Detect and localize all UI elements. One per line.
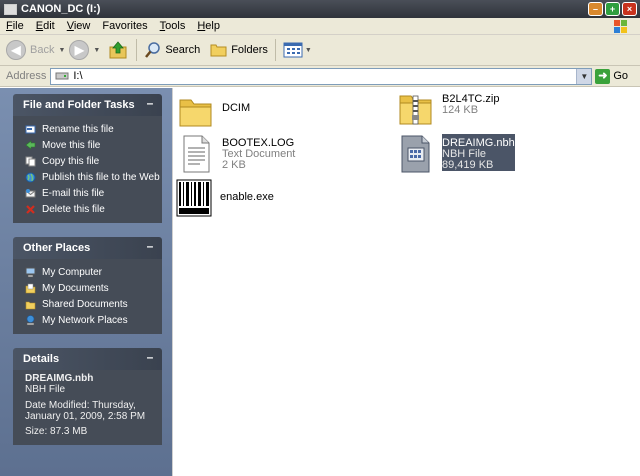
search-button-label: Search bbox=[165, 44, 201, 56]
place-my-network[interactable]: My Network Places bbox=[25, 312, 156, 328]
file-list[interactable]: DCIM B2L4TC.zip 124 KB BOOTEX.LOG Text D… bbox=[172, 88, 640, 476]
back-dropdown-icon[interactable]: ▼ bbox=[58, 47, 65, 54]
panel-header[interactable]: Other Places – bbox=[13, 237, 162, 259]
place-my-computer[interactable]: My Computer bbox=[25, 264, 156, 280]
place-my-documents[interactable]: My Documents bbox=[25, 280, 156, 296]
task-copy[interactable]: Copy this file bbox=[25, 153, 156, 169]
back-arrow-icon[interactable]: ◀ bbox=[6, 40, 26, 60]
address-value: I:\ bbox=[73, 70, 83, 82]
folders-icon bbox=[210, 44, 227, 57]
my-documents-icon bbox=[25, 283, 36, 293]
file-size: 124 KB bbox=[442, 104, 479, 116]
address-dropdown-icon[interactable]: ▼ bbox=[576, 68, 592, 84]
folders-button[interactable]: Folders bbox=[207, 42, 271, 58]
place-shared-documents[interactable]: Shared Documents bbox=[25, 296, 156, 312]
email-icon bbox=[25, 188, 36, 197]
details-file-type: NBH File bbox=[25, 384, 66, 395]
task-email[interactable]: E-mail this file bbox=[25, 185, 156, 201]
task-pane: File and Folder Tasks – Rename this file… bbox=[0, 88, 172, 476]
address-bar: Address I:\ ▼ ➜ Go bbox=[0, 66, 640, 87]
details-size: Size: 87.3 MB bbox=[25, 426, 88, 437]
drive-icon bbox=[55, 72, 69, 80]
my-computer-icon bbox=[25, 267, 36, 277]
toolbar: ◀ Back ▼ ▶ ▼ Search Folders ▼ bbox=[0, 35, 640, 66]
views-dropdown-icon: ▼ bbox=[304, 46, 312, 54]
views-button[interactable]: ▼ bbox=[280, 42, 319, 58]
file-name: enable.exe bbox=[220, 191, 274, 203]
menu-help[interactable]: Help bbox=[191, 20, 226, 32]
details-modified-date: January 01, 2009, 2:58 PM bbox=[25, 411, 146, 422]
details-panel: Details – DREAIMG.nbh NBH File Date Modi… bbox=[13, 348, 162, 445]
panel-title: Other Places bbox=[23, 242, 91, 254]
go-button[interactable]: ➜ Go bbox=[595, 68, 629, 84]
window-title: CANON_DC (I:) bbox=[21, 3, 101, 15]
collapse-icon[interactable]: – bbox=[144, 97, 156, 110]
file-name: DCIM bbox=[222, 102, 251, 114]
menu-bar: File Edit View Favorites Tools Help bbox=[0, 18, 640, 35]
maximize-button[interactable]: + bbox=[605, 2, 620, 16]
task-delete[interactable]: Delete this file bbox=[25, 201, 156, 217]
copy-icon bbox=[25, 156, 36, 166]
drive-icon bbox=[4, 3, 17, 15]
title-bar[interactable]: CANON_DC (I:) – + × bbox=[0, 0, 640, 18]
menu-favorites[interactable]: Favorites bbox=[96, 20, 153, 32]
address-input[interactable]: I:\ ▼ bbox=[50, 67, 593, 85]
folders-button-label: Folders bbox=[231, 44, 268, 56]
menu-edit[interactable]: Edit bbox=[30, 20, 61, 32]
close-button[interactable]: × bbox=[622, 2, 637, 16]
rename-icon bbox=[25, 125, 36, 133]
toolbar-separator bbox=[274, 39, 276, 61]
go-button-label: Go bbox=[613, 70, 629, 82]
folder-icon bbox=[179, 99, 212, 127]
forward-arrow-icon[interactable]: ▶ bbox=[69, 40, 90, 60]
task-rename[interactable]: Rename this file bbox=[25, 121, 156, 137]
toolbar-separator bbox=[136, 39, 138, 61]
text-document-icon bbox=[183, 135, 210, 173]
collapse-icon[interactable]: – bbox=[144, 351, 156, 364]
zip-folder-icon bbox=[399, 95, 432, 125]
file-size: 89,419 KB bbox=[442, 159, 494, 171]
barcode-exe-icon bbox=[176, 179, 212, 217]
file-item-dreaimg-nbh[interactable]: DREAIMG.nbh NBH File 89,419 KB bbox=[398, 134, 515, 174]
minimize-button[interactable]: – bbox=[588, 2, 603, 16]
windows-logo-icon bbox=[614, 20, 627, 33]
delete-icon bbox=[26, 204, 35, 214]
search-button[interactable]: Search bbox=[141, 41, 203, 59]
go-arrow-icon: ➜ bbox=[595, 68, 611, 84]
file-item-zip[interactable]: B2L4TC.zip 124 KB bbox=[398, 90, 499, 130]
menu-tools[interactable]: Tools bbox=[154, 20, 192, 32]
details-modified: Date Modified: Thursday, bbox=[25, 400, 136, 411]
file-item-enable-exe[interactable]: enable.exe bbox=[176, 178, 274, 218]
collapse-icon[interactable]: – bbox=[144, 240, 156, 253]
task-move[interactable]: Move this file bbox=[25, 137, 156, 153]
forward-dropdown-icon[interactable]: ▼ bbox=[93, 47, 100, 54]
panel-header[interactable]: Details – bbox=[13, 348, 162, 370]
task-publish-web[interactable]: Publish this file to the Web bbox=[25, 169, 160, 185]
panel-header[interactable]: File and Folder Tasks – bbox=[13, 94, 162, 116]
file-folder-tasks-panel: File and Folder Tasks – Rename this file… bbox=[13, 94, 162, 223]
my-network-icon bbox=[26, 314, 35, 325]
back-button-label[interactable]: Back bbox=[30, 44, 54, 56]
generic-file-icon bbox=[401, 135, 430, 173]
views-icon bbox=[283, 42, 303, 58]
shared-documents-icon bbox=[25, 301, 36, 309]
search-icon bbox=[145, 42, 161, 58]
move-icon bbox=[25, 139, 36, 150]
panel-title: File and Folder Tasks bbox=[23, 99, 135, 111]
panel-title: Details bbox=[23, 353, 60, 365]
file-item-bootex-log[interactable]: BOOTEX.LOG Text Document 2 KB bbox=[178, 134, 295, 174]
menu-file[interactable]: File bbox=[0, 20, 30, 32]
up-folder-icon[interactable] bbox=[108, 40, 128, 60]
other-places-panel: Other Places – My Computer My Documents … bbox=[13, 237, 162, 334]
file-item-dcim[interactable]: DCIM bbox=[178, 92, 250, 132]
globe-icon bbox=[25, 172, 36, 182]
details-file-name: DREAIMG.nbh bbox=[25, 373, 94, 384]
menu-view[interactable]: View bbox=[61, 20, 97, 32]
file-size: 2 KB bbox=[222, 159, 246, 171]
address-label: Address bbox=[6, 70, 47, 82]
